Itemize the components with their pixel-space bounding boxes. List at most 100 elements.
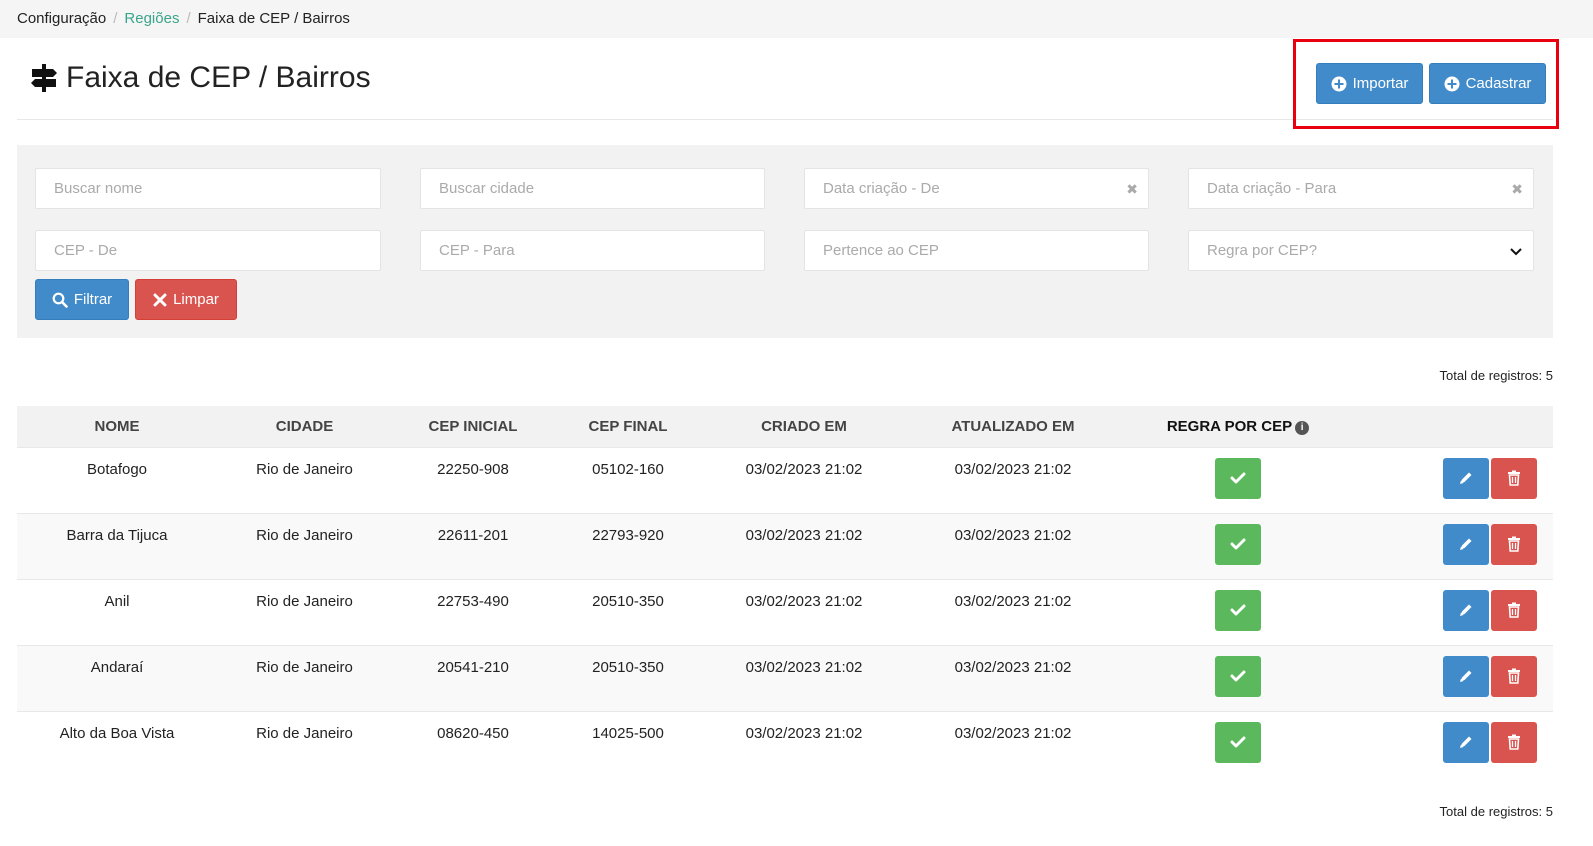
breadcrumb-item-regioes[interactable]: Regiões: [124, 10, 179, 27]
column-header-cidade[interactable]: CIDADE: [217, 406, 392, 447]
cell-cep-inicial: 22611-201: [392, 512, 554, 579]
cell-actions: [1356, 512, 1553, 579]
column-header-actions: [1356, 406, 1553, 447]
cep-from-field: [35, 230, 381, 271]
rule-select[interactable]: Regra por CEP?: [1188, 230, 1534, 271]
column-header-regra: REGRA POR CEP i: [1120, 406, 1356, 447]
rule-select-value: Regra por CEP?: [1207, 242, 1318, 259]
cell-atualizado: 03/02/2023 21:02: [906, 512, 1120, 579]
cell-regra: [1120, 578, 1356, 645]
cell-actions: [1356, 578, 1553, 645]
cell-regra: [1120, 446, 1356, 513]
import-label: Importar: [1352, 75, 1409, 92]
chevron-down-icon: [1510, 248, 1522, 256]
edit-button[interactable]: [1443, 589, 1489, 631]
edit-button[interactable]: [1443, 523, 1489, 565]
breadcrumb: Configuração / Regiões / Faixa de CEP / …: [17, 10, 350, 27]
signpost-icon: [31, 64, 57, 92]
cell-criado: 03/02/2023 21:02: [702, 644, 906, 711]
column-header-criado[interactable]: CRIADO EM: [702, 406, 906, 447]
rule-toggle-button[interactable]: [1215, 655, 1261, 697]
table-row: Andaraí Rio de Janeiro 20541-210 20510-350 0…: [17, 644, 1553, 711]
cell-cidade: Rio de Janeiro: [217, 644, 392, 711]
delete-button[interactable]: [1491, 655, 1537, 697]
table-row: Barra da Tijuca Rio de Janeiro 22611-201 22…: [17, 512, 1553, 579]
breadcrumb-item-configuracao[interactable]: Configuração: [17, 10, 106, 27]
cell-cep-inicial: 22753-490: [392, 578, 554, 645]
trash-icon: [1508, 536, 1520, 552]
pencil-icon: [1460, 538, 1472, 550]
column-header-cep-inicial[interactable]: CEP INICIAL: [392, 406, 554, 447]
cell-nome: Anil: [17, 578, 217, 645]
check-icon: [1230, 538, 1246, 550]
city-filter-input[interactable]: [421, 169, 764, 208]
cell-criado: 03/02/2023 21:02: [702, 512, 906, 579]
filter-label: Filtrar: [73, 291, 113, 308]
edit-button[interactable]: [1443, 457, 1489, 499]
check-icon: [1230, 736, 1246, 748]
rule-toggle-button[interactable]: [1215, 589, 1261, 631]
cell-cep-inicial: 22250-908: [392, 446, 554, 513]
rule-toggle-button[interactable]: [1215, 721, 1261, 763]
date-to-input[interactable]: [1189, 169, 1533, 208]
table-row: Botafogo Rio de Janeiro 22250-908 05102-160…: [17, 446, 1553, 513]
cell-cidade: Rio de Janeiro: [217, 512, 392, 579]
edit-button[interactable]: [1443, 655, 1489, 697]
cell-regra: [1120, 512, 1356, 579]
date-from-input[interactable]: [805, 169, 1148, 208]
close-icon[interactable]: ✖: [1511, 181, 1523, 198]
breadcrumb-separator: /: [186, 10, 191, 27]
delete-button[interactable]: [1491, 721, 1537, 763]
cell-cidade: Rio de Janeiro: [217, 578, 392, 645]
delete-button[interactable]: [1491, 457, 1537, 499]
close-icon[interactable]: ✖: [1126, 181, 1138, 198]
cell-regra: [1120, 710, 1356, 777]
cell-nome: Andaraí: [17, 644, 217, 711]
column-header-nome[interactable]: NOME: [17, 406, 217, 447]
breadcrumb-bar: Configuração / Regiões / Faixa de CEP / …: [0, 0, 1593, 38]
delete-button[interactable]: [1491, 589, 1537, 631]
pencil-icon: [1460, 604, 1472, 616]
rule-toggle-button[interactable]: [1215, 457, 1261, 499]
table-header-row: NOME CIDADE CEP INICIAL CEP FINAL CRIADO…: [17, 406, 1553, 447]
cell-actions: [1356, 644, 1553, 711]
check-icon: [1230, 604, 1246, 616]
cell-cep-final: 20510-350: [554, 578, 702, 645]
city-filter-field: [420, 168, 765, 209]
name-filter-input[interactable]: [36, 169, 380, 208]
rule-toggle-button[interactable]: [1215, 523, 1261, 565]
cep-to-field: [420, 230, 765, 271]
trash-icon: [1508, 470, 1520, 486]
name-filter-field: [35, 168, 381, 209]
cell-cep-final: 20510-350: [554, 644, 702, 711]
cell-regra: [1120, 644, 1356, 711]
plus-circle-icon: [1331, 76, 1347, 91]
search-icon: [52, 292, 68, 308]
trash-icon: [1508, 734, 1520, 750]
cep-from-input[interactable]: [36, 231, 380, 270]
column-header-regra-label: REGRA POR CEP: [1166, 417, 1293, 435]
trash-icon: [1508, 602, 1520, 618]
cell-nome: Botafogo: [17, 446, 217, 513]
edit-button[interactable]: [1443, 721, 1489, 763]
import-button[interactable]: Importar: [1316, 63, 1423, 104]
total-records-top: Total de registros: 5: [1439, 368, 1553, 383]
belongs-cep-field: [804, 230, 1149, 271]
pencil-icon: [1460, 670, 1472, 682]
cep-to-input[interactable]: [421, 231, 764, 270]
cell-nome: Barra da Tijuca: [17, 512, 217, 579]
create-label: Cadastrar: [1465, 75, 1532, 92]
filter-button[interactable]: Filtrar: [35, 279, 129, 320]
create-button[interactable]: Cadastrar: [1429, 63, 1546, 104]
belongs-cep-input[interactable]: [805, 231, 1148, 270]
page-title: Faixa de CEP / Bairros: [66, 61, 371, 94]
cell-criado: 03/02/2023 21:02: [702, 710, 906, 777]
delete-button[interactable]: [1491, 523, 1537, 565]
cell-nome: Alto da Boa Vista: [17, 710, 217, 777]
column-header-cep-final[interactable]: CEP FINAL: [554, 406, 702, 447]
cell-atualizado: 03/02/2023 21:02: [906, 644, 1120, 711]
info-icon[interactable]: i: [1295, 420, 1310, 435]
pencil-icon: [1460, 736, 1472, 748]
clear-button[interactable]: Limpar: [135, 279, 237, 320]
column-header-atualizado[interactable]: ATUALIZADO EM: [906, 406, 1120, 447]
